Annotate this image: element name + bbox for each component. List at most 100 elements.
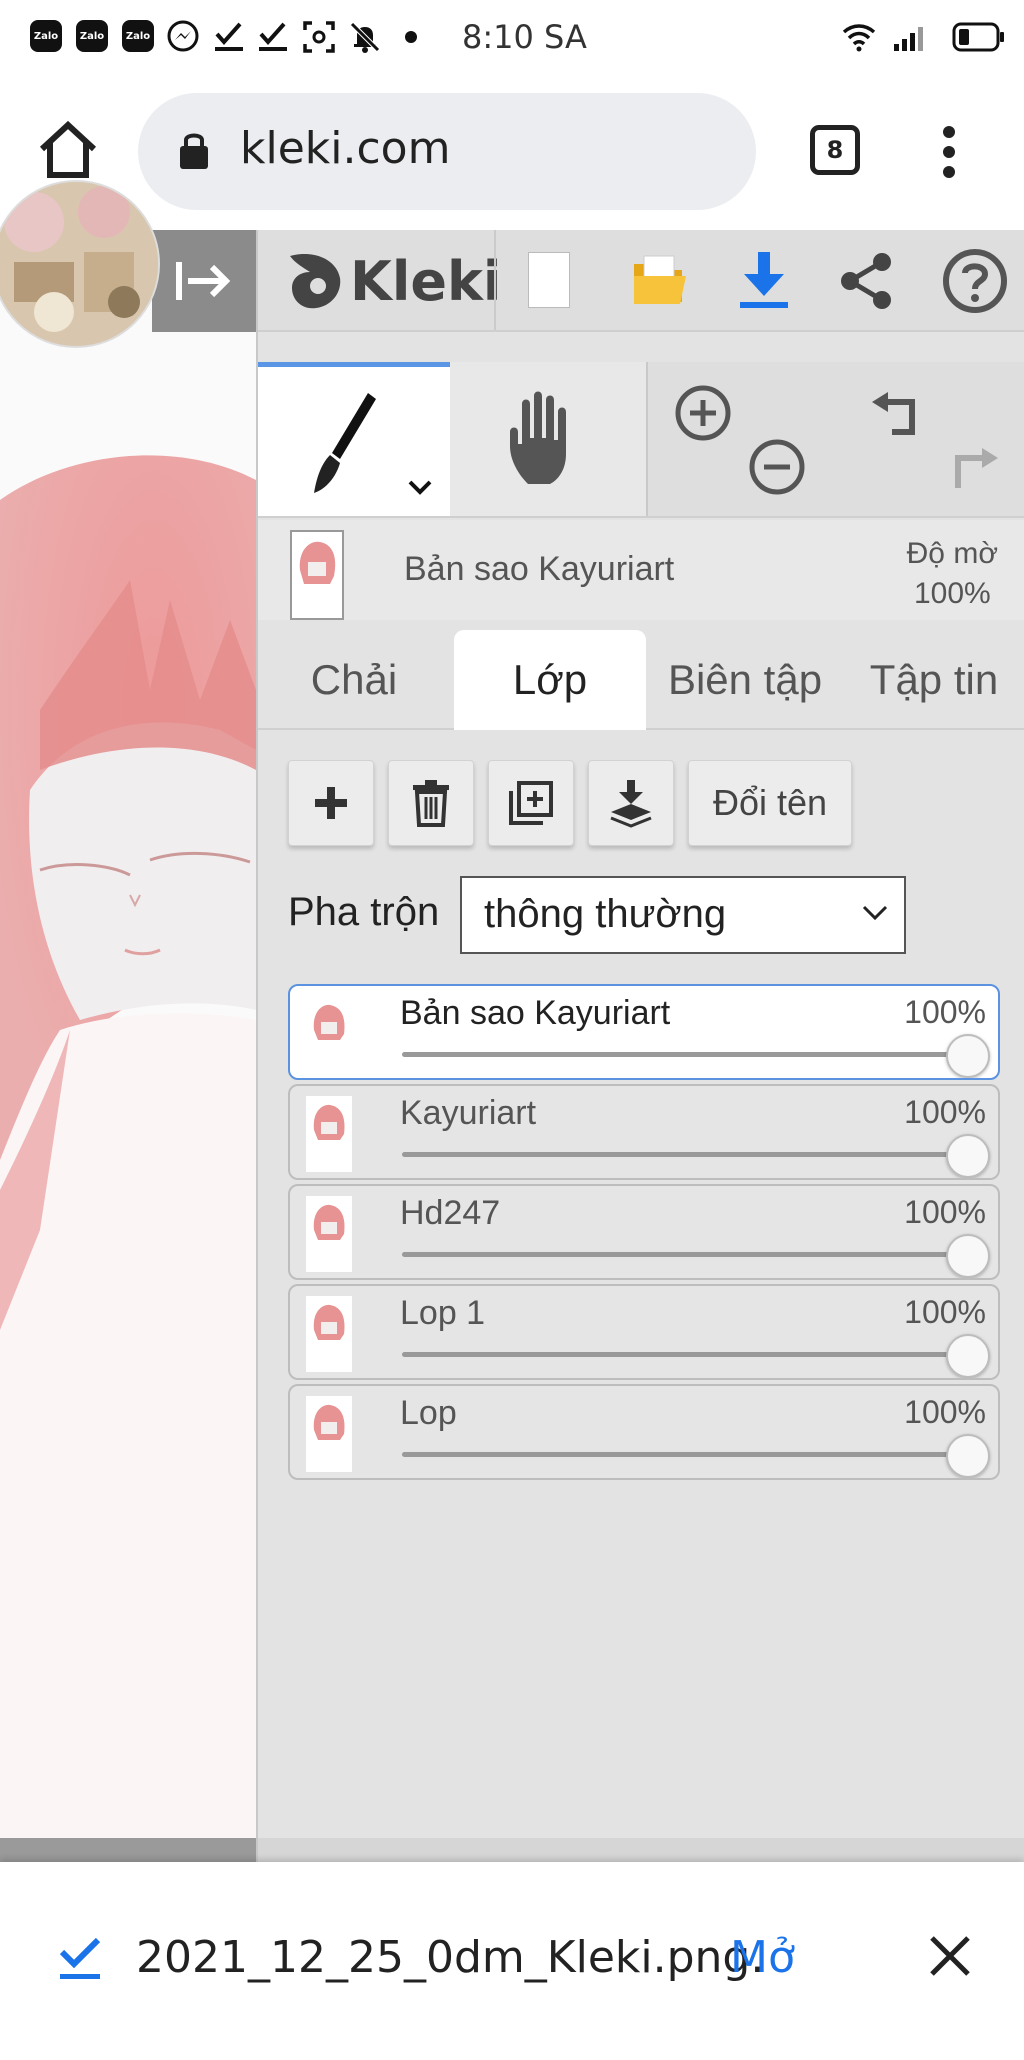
wifi-icon	[842, 24, 876, 52]
divider	[646, 362, 648, 516]
opacity-slider-handle[interactable]	[946, 1234, 990, 1278]
url-text: kleki.com	[240, 123, 451, 174]
opacity-slider-handle[interactable]	[946, 1334, 990, 1378]
collapse-panel-button[interactable]	[152, 230, 256, 332]
tab-layers[interactable]: Lớp	[454, 630, 646, 730]
share-icon[interactable]	[836, 250, 896, 312]
close-icon[interactable]	[928, 1934, 972, 1978]
duplicate-icon	[509, 781, 553, 825]
app-topbar: Kleki	[258, 230, 1024, 332]
download-icon[interactable]	[736, 250, 792, 310]
check-download-icon	[215, 22, 243, 51]
download-notification-bar: 2021_12_25_0dm_Kleki.png. Mở	[0, 1862, 1024, 2060]
home-icon[interactable]	[36, 119, 100, 181]
layer-opacity: 100%	[904, 1394, 986, 1430]
panel-tabs: Chải Lớp Biên tập Tập tin	[258, 630, 1024, 730]
tab-file[interactable]: Tập tin	[842, 630, 1024, 730]
browser-toolbar: kleki.com 8	[0, 75, 1024, 230]
zalo-label: Zalo	[79, 30, 105, 42]
merge-down-icon	[610, 780, 652, 828]
layer-thumbnail	[306, 1196, 352, 1272]
opacity-slider-track[interactable]	[402, 1352, 966, 1357]
drawing-canvas[interactable]	[0, 230, 256, 1862]
redo-icon[interactable]	[946, 442, 1002, 498]
layer-thumbnail	[306, 1296, 352, 1372]
undo-icon[interactable]	[866, 386, 922, 442]
opacity-label: Độ mờ	[906, 537, 998, 570]
duplicate-layer-button[interactable]	[488, 760, 574, 846]
help-icon[interactable]	[942, 248, 1008, 314]
open-folder-icon[interactable]	[630, 252, 690, 308]
layer-item[interactable]: Kayuriart 100%	[288, 1084, 1000, 1180]
rename-layer-button[interactable]: Đổi tên	[688, 760, 852, 846]
opacity-slider-handle[interactable]	[946, 1034, 990, 1078]
layer-name: Hd247	[400, 1194, 501, 1232]
canvas-artwork	[0, 230, 256, 1862]
more-menu-icon[interactable]	[940, 125, 958, 179]
layer-item[interactable]: Bản sao Kayuriart 100%	[288, 984, 1000, 1080]
layer-name: Kayuriart	[400, 1094, 537, 1132]
address-bar[interactable]: kleki.com	[138, 93, 756, 210]
chevron-down-icon	[862, 905, 888, 921]
layer-opacity: 100%	[904, 1294, 986, 1330]
blend-mode-label: Pha trộn	[288, 890, 440, 934]
zalo-label: Zalo	[33, 30, 59, 42]
layer-opacity-readout: Độ mờ 100%	[907, 534, 998, 614]
screenshot-icon	[303, 21, 335, 53]
delete-layer-button[interactable]	[388, 760, 474, 846]
layer-actions: Đổi tên	[258, 760, 1024, 850]
opacity-slider-handle[interactable]	[946, 1434, 990, 1478]
opacity-slider-handle[interactable]	[946, 1134, 990, 1178]
merge-down-button[interactable]	[588, 760, 674, 846]
layer-thumbnail-art	[313, 1404, 345, 1440]
battery-icon	[952, 22, 1004, 52]
opacity-slider-track[interactable]	[402, 1252, 966, 1257]
blend-mode-select[interactable]: thông thường	[460, 876, 906, 954]
bell-off-icon	[350, 22, 380, 53]
layer-thumbnail-art	[313, 1004, 345, 1040]
layer-thumbnail-art	[313, 1104, 345, 1140]
tab-switcher-button[interactable]: 8	[810, 125, 860, 175]
tab-brush[interactable]: Chải	[258, 630, 450, 730]
layer-item[interactable]: Lop 1 100%	[288, 1284, 1000, 1380]
zalo-icon: Zalo	[76, 20, 108, 52]
layer-thumbnail	[306, 996, 352, 1072]
chevron-down-icon[interactable]	[408, 479, 432, 495]
opacity-value: 100%	[913, 577, 991, 610]
downloaded-filename: 2021_12_25_0dm_Kleki.png.	[136, 1932, 765, 1983]
layer-opacity: 100%	[904, 1194, 986, 1230]
layer-thumbnail-art	[313, 1304, 345, 1340]
divider	[494, 230, 496, 330]
layer-opacity: 100%	[904, 1094, 986, 1130]
open-file-link[interactable]: Mở	[730, 1932, 795, 1983]
zoom-in-icon[interactable]	[674, 384, 732, 442]
add-layer-button[interactable]	[288, 760, 374, 846]
hand-icon	[510, 391, 566, 484]
status-bar: Zalo Zalo Zalo 8:10 SA	[0, 0, 1024, 75]
opacity-slider-track[interactable]	[402, 1052, 966, 1057]
trash-icon	[413, 780, 449, 827]
layer-name: Lop	[400, 1394, 457, 1432]
collapse-arrow-icon	[176, 262, 231, 300]
plus-icon	[315, 787, 347, 819]
layer-thumbnail	[306, 1396, 352, 1472]
zalo-icon: Zalo	[122, 20, 154, 52]
notification-dot-icon	[405, 31, 417, 43]
layer-item[interactable]: Hd247 100%	[288, 1184, 1000, 1280]
opacity-slider-track[interactable]	[402, 1152, 966, 1157]
check-download-icon	[259, 22, 287, 51]
signal-icon	[894, 27, 923, 51]
messenger-icon	[167, 20, 199, 52]
zoom-out-icon[interactable]	[748, 438, 806, 496]
layer-item[interactable]: Lop 100%	[288, 1384, 1000, 1480]
layer-thumbnail	[306, 1096, 352, 1172]
lock-icon	[180, 133, 208, 169]
download-complete-icon	[59, 1937, 101, 1979]
new-image-icon[interactable]	[528, 252, 570, 308]
brush-icon	[314, 393, 376, 493]
hand-tool-button[interactable]	[450, 362, 646, 516]
tab-edit[interactable]: Biên tập	[648, 630, 842, 730]
opacity-slider-track[interactable]	[402, 1452, 966, 1457]
brush-tool-button[interactable]	[258, 362, 450, 516]
layer-name: Lop 1	[400, 1294, 486, 1332]
